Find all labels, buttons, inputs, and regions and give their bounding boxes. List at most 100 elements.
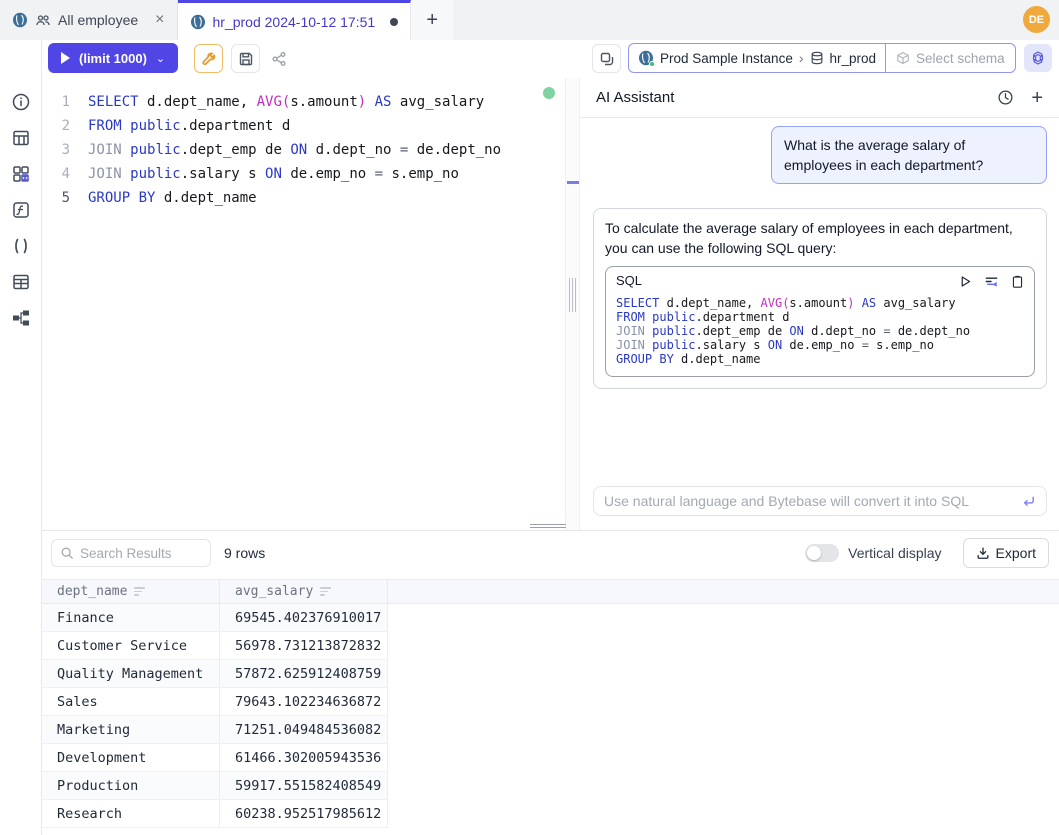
- info-icon[interactable]: [11, 92, 31, 112]
- schema-cube-icon: [896, 51, 910, 65]
- sort-icon[interactable]: [320, 587, 331, 596]
- new-chat-plus-icon[interactable]: +: [1031, 88, 1043, 108]
- ai-assistant-title: AI Assistant: [596, 89, 674, 106]
- schema-selector[interactable]: Select schema: [885, 44, 1015, 72]
- results-header: 9 rows Vertical display Export: [42, 531, 1059, 575]
- download-icon: [976, 546, 990, 560]
- table-cell: 57872.625912408759: [220, 660, 388, 687]
- new-tab-button[interactable]: +: [411, 0, 453, 40]
- sample-data-icon[interactable]: [11, 164, 31, 184]
- line-number: 3: [42, 138, 88, 162]
- sql-line: 3JOIN public.dept_emp de ON d.dept_no = …: [42, 138, 565, 162]
- table-cell: Research: [42, 800, 220, 827]
- run-code-icon[interactable]: [959, 275, 972, 288]
- table-cell: 56978.731213872832: [220, 632, 388, 659]
- connection-selector: Prod Sample Instance › hr_prod Select sc…: [628, 43, 1016, 73]
- vertical-display-toggle[interactable]: [805, 544, 839, 562]
- ai-assistant-panel: AI Assistant + What is the average salar…: [580, 78, 1059, 530]
- batch-query-button[interactable]: [592, 44, 621, 73]
- insert-into-editor-icon[interactable]: [984, 274, 999, 289]
- table-row[interactable]: Marketing71251.049484536082: [42, 716, 388, 744]
- sql-line: 2FROM public.department d: [42, 114, 565, 138]
- avatar[interactable]: DE: [1023, 6, 1050, 33]
- line-number: 5: [42, 186, 88, 210]
- panel-resizer-vertical[interactable]: [565, 78, 580, 530]
- table-row[interactable]: Sales79643.102234636872: [42, 688, 388, 716]
- search-results-input[interactable]: [80, 546, 190, 561]
- panel-resizer-horizontal[interactable]: [530, 524, 566, 529]
- wrench-icon: [201, 51, 217, 67]
- chevron-down-icon[interactable]: ⌄: [156, 52, 165, 65]
- table-cell: 71251.049484536082: [220, 716, 388, 743]
- parentheses-icon[interactable]: [11, 236, 31, 256]
- save-icon: [238, 51, 254, 67]
- tab-all-employee[interactable]: All employee ×: [0, 0, 178, 40]
- sql-line: 4JOIN public.salary s ON de.emp_no = s.e…: [42, 162, 565, 186]
- table-row[interactable]: Customer Service56978.731213872832: [42, 632, 388, 660]
- sql-line: JOIN public.dept_emp de ON d.dept_no = d…: [616, 324, 1024, 338]
- tab-hr-prod[interactable]: hr_prod 2024-10-12 17:51: [178, 0, 412, 40]
- results-panel: 9 rows Vertical display Export dept_name…: [42, 530, 1059, 835]
- table-cell: 61466.302005943536: [220, 744, 388, 771]
- postgres-icon: [190, 14, 206, 30]
- save-sheet-button[interactable]: [231, 44, 260, 73]
- table-cell: Customer Service: [42, 632, 220, 659]
- code-language-label: SQL: [616, 271, 642, 291]
- table-row[interactable]: Production59917.551582408549: [42, 772, 388, 800]
- ai-response-bubble: To calculate the average salary of emplo…: [593, 208, 1047, 389]
- schema-placeholder: Select schema: [916, 51, 1005, 66]
- table-cell: 60238.952517985612: [220, 800, 388, 827]
- line-number: 4: [42, 162, 88, 186]
- format-sql-button[interactable]: [194, 44, 223, 73]
- share-button[interactable]: [264, 44, 293, 73]
- database-icon: [810, 51, 824, 65]
- close-icon[interactable]: ×: [155, 11, 164, 29]
- table-cell: Finance: [42, 604, 220, 631]
- er-diagram-icon[interactable]: [11, 308, 31, 328]
- submit-return-icon[interactable]: [1021, 494, 1036, 509]
- sort-icon[interactable]: [134, 587, 145, 596]
- table-cell: 79643.102234636872: [220, 688, 388, 715]
- export-label: Export: [996, 545, 1036, 561]
- sql-line: SELECT d.dept_name, AVG(s.amount) AS avg…: [616, 296, 1024, 310]
- instance-database-selector[interactable]: Prod Sample Instance › hr_prod: [629, 44, 885, 72]
- sql-line: FROM public.department d: [616, 310, 1024, 324]
- run-query-button[interactable]: (limit 1000) ⌄: [48, 43, 178, 73]
- ai-prompt-input-wrap: [593, 486, 1047, 516]
- table-icon[interactable]: [11, 128, 31, 148]
- table-cell: 59917.551582408549: [220, 772, 388, 799]
- table-row[interactable]: Finance69545.402376910017: [42, 604, 388, 632]
- toolbar: (limit 1000) ⌄ Prod Sample Instance ›: [0, 40, 1059, 78]
- sql-line: JOIN public.salary s ON de.emp_no = s.em…: [616, 338, 1024, 352]
- sql-line: 1SELECT d.dept_name, AVG(s.amount) AS av…: [42, 90, 565, 114]
- column-header-dept_name[interactable]: dept_name: [42, 580, 220, 603]
- results-table-body: Finance69545.402376910017Customer Servic…: [42, 604, 1059, 828]
- breadcrumb-chevron: ›: [799, 50, 804, 66]
- export-button[interactable]: Export: [963, 538, 1049, 568]
- tab-label: hr_prod 2024-10-12 17:51: [213, 14, 376, 30]
- line-number: 1: [42, 90, 88, 114]
- sheet-icon[interactable]: [11, 272, 31, 292]
- results-table-header: dept_nameavg_salary: [42, 579, 1059, 604]
- run-label: (limit 1000): [79, 51, 147, 66]
- openai-icon: [1030, 50, 1046, 66]
- table-cell: 69545.402376910017: [220, 604, 388, 631]
- table-row[interactable]: Research60238.952517985612: [42, 800, 388, 828]
- history-clock-icon[interactable]: [997, 89, 1014, 106]
- column-header-avg_salary[interactable]: avg_salary: [220, 580, 388, 603]
- database-name: hr_prod: [830, 51, 877, 66]
- table-row[interactable]: Quality Management57872.625912408759: [42, 660, 388, 688]
- copy-icon[interactable]: [1011, 275, 1024, 288]
- resize-grip-icon[interactable]: [569, 278, 576, 312]
- sql-code-block: SQL SELECT d.dept_name, AVG(s.amount) AS…: [605, 266, 1035, 377]
- sql-editor[interactable]: 1SELECT d.dept_name, AVG(s.amount) AS av…: [42, 78, 565, 530]
- group-icon: [35, 12, 51, 28]
- function-icon[interactable]: [11, 200, 31, 220]
- sql-editor-app: All employee × hr_prod 2024-10-12 17:51 …: [0, 0, 1059, 835]
- ai-assistant-toggle-button[interactable]: [1024, 44, 1052, 72]
- ai-prompt-input[interactable]: [604, 493, 1021, 509]
- batch-query-icon: [599, 51, 615, 67]
- table-cell: Development: [42, 744, 220, 771]
- table-row[interactable]: Development61466.302005943536: [42, 744, 388, 772]
- unsaved-dot: [390, 18, 398, 26]
